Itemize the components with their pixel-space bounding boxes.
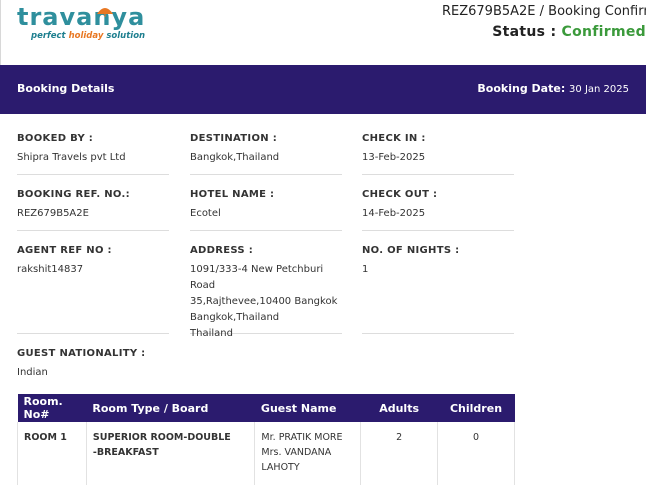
page-header: travanya perfect holiday solution REZ679… <box>0 0 646 65</box>
field-value: REZ679B5A2E <box>17 208 89 219</box>
field-label: NO. OF NIGHTS : <box>362 245 460 256</box>
section-title: Booking Details <box>17 82 115 95</box>
guest-name-line: Mr. PRATIK MORE <box>261 432 343 443</box>
field-value: 1 <box>362 264 369 275</box>
field-agent-ref: AGENT REF NO : rakshit14837 <box>17 245 169 334</box>
guest-name-line: LAHOTY <box>261 462 300 473</box>
field-value: rakshit14837 <box>17 264 84 275</box>
field-nationality: GUEST NATIONALITY : Indian <box>17 348 169 378</box>
field-label: AGENT REF NO : <box>17 245 112 256</box>
room-type: SUPERIOR ROOM-DOUBLE -BREAKFAST <box>85 422 255 485</box>
field-address: ADDRESS : 1091/333-4 New Petchburi Road … <box>190 245 342 339</box>
field-check-out: CHECK OUT : 14-Feb-2025 <box>362 189 514 231</box>
field-value: 1091/333-4 New Petchburi Road 35,Rajthev… <box>190 262 342 342</box>
column-header: Room Type / Board <box>92 401 209 415</box>
field-hotel-name: HOTEL NAME : Ecotel <box>190 189 342 231</box>
field-label: ADDRESS : <box>190 245 254 256</box>
field-booking-ref: BOOKING REF. NO.: REZ679B5A2E <box>17 189 169 231</box>
room-type-line: -BREAKFAST <box>92 447 159 458</box>
travanya-logo[interactable]: travanya perfect holiday solution <box>17 3 145 43</box>
booking-date-value: 30 Jan 2025 <box>569 84 629 95</box>
field-label: BOOKED BY : <box>17 133 94 144</box>
column-header: Guest Name <box>260 401 337 415</box>
booking-date-label: Booking Date: <box>477 82 570 95</box>
status-value: Confirmed <box>561 24 646 40</box>
children-count: 0 <box>437 422 515 485</box>
booking-details-bar: Booking Details Booking Date: 30 Jan 202… <box>0 65 646 114</box>
field-value: Shipra Travels pvt Ltd <box>17 152 126 163</box>
field-label: GUEST NATIONALITY : <box>17 348 146 359</box>
field-label: DESTINATION : <box>190 133 278 144</box>
logo-wordmark: travanya <box>17 3 146 31</box>
booking-ref-title: REZ679B5A2E / Booking Confirm <box>441 4 646 19</box>
status-label: Status : <box>492 24 562 40</box>
adults-count: 2 <box>360 422 438 485</box>
table-row: ROOM 1 SUPERIOR ROOM-DOUBLE -BREAKFAST M… <box>17 422 515 485</box>
field-value: 14-Feb-2025 <box>362 208 426 219</box>
guest-name-line: Mrs. VANDANA <box>261 447 332 458</box>
field-value: 13-Feb-2025 <box>362 152 426 163</box>
table-header-row: Room. No# Room Type / Board Guest Name A… <box>17 394 515 422</box>
umbrella-icon <box>97 8 113 17</box>
field-value: Ecotel <box>190 208 221 219</box>
field-label: BOOKING REF. NO.: <box>17 189 130 200</box>
booking-status: Status : Confirmed <box>492 24 646 40</box>
room-number: ROOM 1 <box>17 422 87 485</box>
field-booked-by: BOOKED BY : Shipra Travels pvt Ltd <box>17 133 169 175</box>
address-line: 1091/333-4 New Petchburi Road <box>190 264 324 291</box>
field-value: Bangkok,Thailand <box>190 152 280 163</box>
field-check-in: CHECK IN : 13-Feb-2025 <box>362 133 514 175</box>
guest-name: Mr. PRATIK MORE Mrs. VANDANA LAHOTY <box>254 422 361 485</box>
address-line: Bangkok,Thailand <box>190 312 280 323</box>
field-label: HOTEL NAME : <box>190 189 275 200</box>
field-value: Indian <box>17 367 48 378</box>
room-type-line: SUPERIOR ROOM-DOUBLE <box>92 432 231 443</box>
column-header: Room. No# <box>23 395 63 421</box>
field-label: CHECK OUT : <box>362 189 438 200</box>
field-label: CHECK IN : <box>362 133 426 144</box>
booking-date: Booking Date: 30 Jan 2025 <box>477 82 629 95</box>
address-line: 35,Rajthevee,10400 Bangkok <box>190 296 338 307</box>
address-line: Thailand <box>190 328 233 339</box>
rooms-table: Room. No# Room Type / Board Guest Name A… <box>17 394 515 485</box>
column-header: Adults <box>379 401 419 415</box>
field-nights: NO. OF NIGHTS : 1 <box>362 245 514 334</box>
field-destination: DESTINATION : Bangkok,Thailand <box>190 133 342 175</box>
logo-tagline: perfect holiday solution <box>31 31 146 41</box>
column-header: Children <box>449 401 503 415</box>
